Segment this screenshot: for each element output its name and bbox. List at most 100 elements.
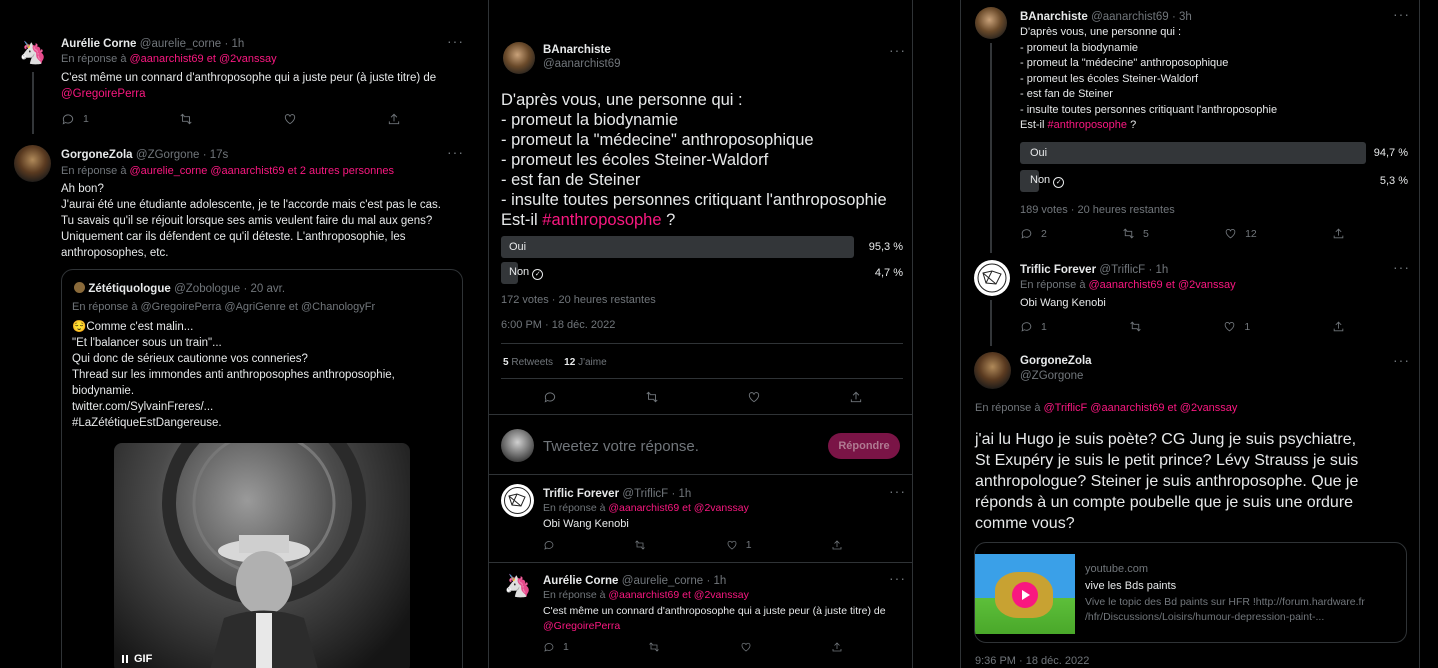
retweet-button[interactable] — [648, 641, 660, 653]
retweet-button[interactable] — [634, 539, 646, 551]
avatar[interactable] — [975, 7, 1007, 39]
more-options-icon[interactable]: ··· — [1393, 352, 1410, 368]
retweet-button[interactable]: 5 — [1122, 227, 1149, 240]
mention-link[interactable]: @2vanssay — [694, 589, 749, 601]
hashtag-link[interactable]: #anthroposophe — [1048, 119, 1128, 131]
thread-line — [32, 72, 34, 134]
share-button[interactable] — [1332, 320, 1345, 333]
link-card[interactable]: youtube.com vive les Bds paints Vive le … — [974, 542, 1407, 643]
author-name[interactable]: GorgoneZola — [1020, 355, 1092, 367]
reply-button[interactable]: 1 — [1020, 320, 1047, 333]
author-handle[interactable]: @aanarchist69 — [543, 58, 621, 70]
mention-link[interactable]: @2vanssay — [219, 53, 277, 65]
mention-link[interactable]: @TriflicF @aanarchist69 — [1044, 402, 1165, 414]
author-handle[interactable]: @aurelie_corne — [140, 38, 221, 50]
reply-button[interactable] — [543, 539, 555, 551]
right-column: BAnarchiste @aanarchist69 · 3h ··· D'apr… — [960, 0, 1420, 668]
tweet-time[interactable]: · 1h — [672, 488, 692, 500]
check-circle-icon: ✓ — [532, 269, 544, 280]
more-options-icon[interactable]: ··· — [1393, 6, 1410, 22]
mention-link[interactable]: @GregoirePerra — [543, 620, 620, 632]
tweet-time[interactable]: · 1h — [224, 38, 244, 50]
like-button[interactable]: 1 — [726, 539, 752, 551]
share-button[interactable] — [1332, 227, 1345, 240]
author-handle[interactable]: @TriflicF — [1099, 264, 1145, 276]
retweet-button[interactable] — [645, 390, 659, 404]
tweet-text: C'est même un connard d'anthroposophe qu… — [61, 72, 437, 100]
reply-icon — [62, 114, 74, 125]
retweet-stats[interactable]: 5 Retweets — [503, 357, 553, 368]
author-name[interactable]: Aurélie Corne — [61, 38, 136, 50]
retweet-button[interactable] — [179, 112, 193, 126]
reply-icon — [1021, 229, 1032, 239]
more-recipients-link[interactable]: et 2 autres personnes — [288, 165, 394, 177]
reply-button[interactable]: 2 — [1020, 227, 1047, 240]
heart-icon — [748, 392, 760, 403]
tweet-timestamp[interactable]: 9:36 PM · 18 déc. 2022 — [975, 655, 1089, 667]
tweet-time[interactable]: · 17s — [203, 149, 229, 161]
author-handle[interactable]: @aurelie_corne — [622, 575, 703, 587]
more-options-icon[interactable]: ··· — [447, 144, 464, 160]
gif-media[interactable]: GIF — [114, 443, 410, 668]
more-options-icon[interactable]: ··· — [889, 483, 906, 499]
likes-stats[interactable]: 12 J'aime — [564, 357, 607, 368]
more-options-icon[interactable]: ··· — [447, 33, 464, 49]
mention-link[interactable]: @aanarchist69 — [608, 589, 679, 601]
like-button[interactable] — [740, 641, 752, 653]
mention-link[interactable]: @2vanssay — [1180, 402, 1238, 414]
like-button[interactable]: 12 — [1224, 227, 1257, 240]
avatar[interactable] — [974, 352, 1011, 389]
reply-button[interactable] — [543, 390, 557, 404]
share-button[interactable] — [831, 539, 843, 551]
share-button[interactable] — [387, 112, 401, 126]
like-button[interactable]: 1 — [1223, 320, 1250, 333]
share-button[interactable] — [831, 641, 843, 653]
reply-button[interactable]: 1 — [61, 112, 89, 126]
retweet-button[interactable] — [1129, 320, 1142, 333]
author-handle[interactable]: @TriflicF — [622, 488, 668, 500]
tweet-time[interactable]: · 1h — [706, 575, 726, 587]
author-name[interactable]: BAnarchiste — [1020, 11, 1088, 23]
reply-input[interactable]: Tweetez votre réponse. — [543, 438, 699, 455]
avatar[interactable] — [503, 42, 535, 74]
more-options-icon[interactable]: ··· — [889, 42, 906, 58]
quoted-tweet[interactable]: Zététiquologue @Zobologue · 20 avr. En r… — [61, 269, 463, 668]
avatar[interactable] — [14, 145, 51, 182]
tweet-timestamp[interactable]: 6:00 PM · 18 déc. 2022 — [501, 319, 615, 331]
mention-link[interactable]: @2vanssay — [1178, 279, 1236, 291]
like-button[interactable] — [747, 390, 761, 404]
mention-link[interactable]: @aanarchist69 — [608, 502, 679, 514]
network-logo-icon — [977, 263, 1007, 293]
tweet-time[interactable]: · 1h — [1149, 264, 1169, 276]
pause-icon[interactable] — [122, 655, 128, 663]
tweet-actions: 1 1 — [1020, 320, 1345, 333]
author-handle[interactable]: @ZGorgone — [136, 149, 199, 161]
more-options-icon[interactable]: ··· — [889, 570, 906, 586]
author-name[interactable]: Triflic Forever — [1020, 264, 1096, 276]
author-name[interactable]: Aurélie Corne — [543, 575, 618, 587]
avatar[interactable]: 🦄 — [503, 571, 533, 601]
author-name[interactable]: BAnarchiste — [543, 44, 621, 56]
play-icon[interactable] — [1012, 582, 1038, 608]
share-button[interactable] — [849, 390, 863, 404]
mention-link[interactable]: @aanarchist69 — [1089, 279, 1163, 291]
like-button[interactable] — [283, 112, 297, 126]
tweet-time[interactable]: · 3h — [1172, 11, 1192, 23]
mention-link[interactable]: @aanarchist69 — [130, 53, 204, 65]
author-name[interactable]: GorgoneZola — [61, 149, 133, 161]
poll-option: Oui 95,3 % — [509, 241, 903, 253]
author-name[interactable]: Triflic Forever — [543, 488, 619, 500]
mention-link[interactable]: @GregoirePerra — [61, 88, 146, 100]
avatar[interactable] — [501, 484, 534, 517]
author-handle[interactable]: @aanarchist69 — [1091, 11, 1169, 23]
avatar[interactable] — [974, 260, 1010, 296]
more-options-icon[interactable]: ··· — [1393, 259, 1410, 275]
hashtag-link[interactable]: #anthroposophe — [542, 211, 661, 229]
reply-button[interactable]: 1 — [543, 641, 569, 653]
reply-button[interactable]: Répondre — [828, 433, 900, 459]
share-icon — [832, 642, 842, 652]
avatar[interactable]: 🦄 — [18, 38, 48, 68]
mention-link[interactable]: @aurelie_corne @aanarchist69 — [130, 165, 285, 177]
mention-link[interactable]: @2vanssay — [694, 502, 749, 514]
author-handle[interactable]: @ZGorgone — [1020, 370, 1092, 382]
